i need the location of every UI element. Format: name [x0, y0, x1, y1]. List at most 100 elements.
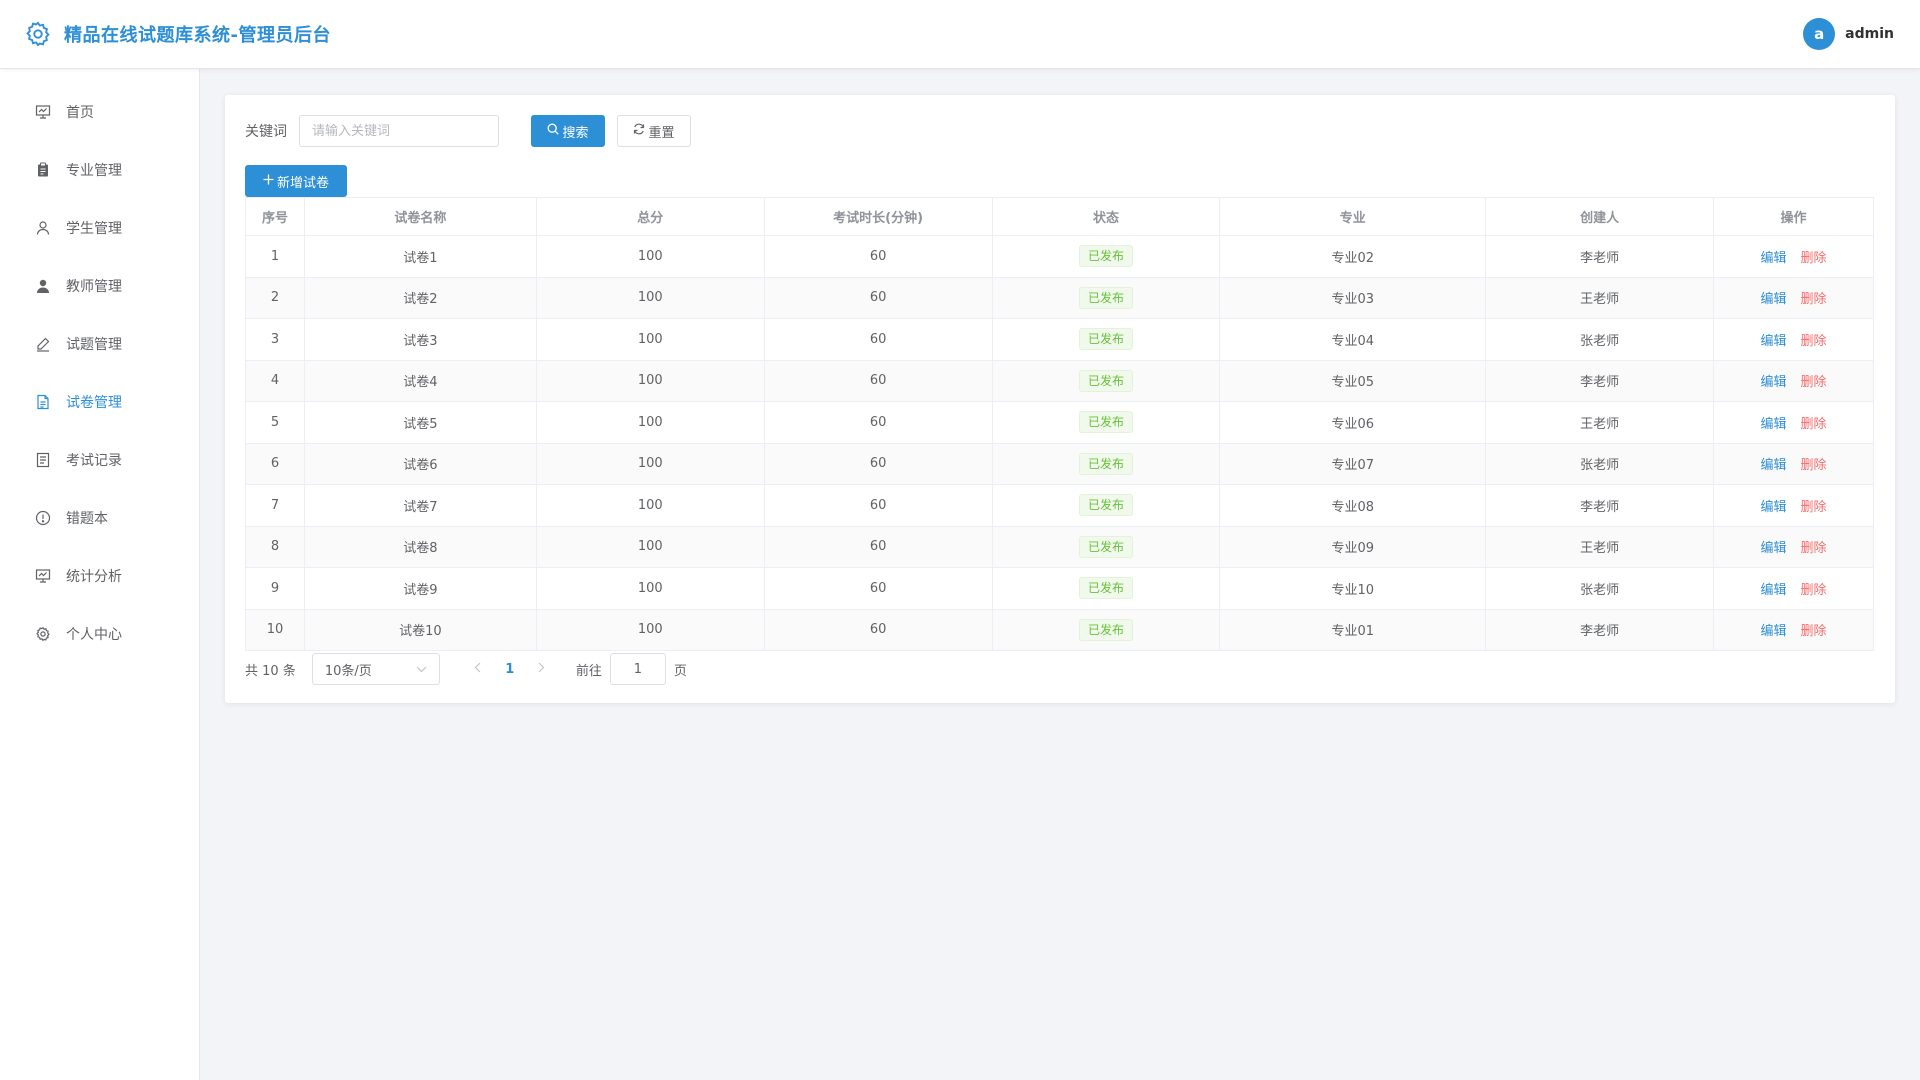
cell-actions: 编辑 删除 — [1713, 401, 1874, 444]
edit-button[interactable]: 编辑 — [1761, 541, 1787, 556]
delete-button[interactable]: 删除 — [1801, 458, 1827, 473]
edit-button[interactable]: 编辑 — [1761, 334, 1787, 349]
sidebar-item-label: 试题管理 — [66, 337, 122, 353]
sidebar-item-exam-records[interactable]: 考试记录 — [0, 431, 199, 489]
sidebar-item-teachers[interactable]: 教师管理 — [0, 257, 199, 315]
search-button-label: 搜索 — [562, 125, 589, 141]
sidebar-item-majors[interactable]: 专业管理 — [0, 141, 199, 199]
status-badge: 已发布 — [1078, 494, 1133, 517]
cell-index: 5 — [245, 401, 305, 444]
cell-major: 专业04 — [1219, 318, 1487, 361]
cell-name: 试卷7 — [303, 484, 537, 527]
edit-button[interactable]: 编辑 — [1761, 583, 1787, 598]
user-menu[interactable]: a admin — [1803, 18, 1894, 50]
page-size-select[interactable]: 10条/页 — [311, 653, 440, 685]
sidebar-item-label: 首页 — [66, 105, 94, 121]
edit-button[interactable]: 编辑 — [1761, 624, 1787, 639]
cell-major: 专业10 — [1219, 567, 1487, 610]
next-page-button[interactable] — [526, 662, 558, 677]
cell-creator: 李老师 — [1485, 484, 1715, 527]
delete-button[interactable]: 删除 — [1801, 541, 1827, 556]
keyword-input[interactable] — [299, 115, 499, 147]
column-header: 序号 — [245, 197, 305, 236]
app-title: 精品在线试题库系统-管理员后台 — [64, 25, 331, 46]
add-paper-button[interactable]: 新增试卷 — [245, 165, 347, 197]
goto-label: 前往 — [575, 663, 602, 679]
cell-creator: 张老师 — [1485, 318, 1715, 361]
edit-button[interactable]: 编辑 — [1761, 417, 1787, 432]
sidebar-item-students[interactable]: 学生管理 — [0, 199, 199, 257]
delete-button[interactable]: 删除 — [1801, 583, 1827, 598]
cell-index: 4 — [245, 359, 305, 402]
sidebar-item-home[interactable]: 首页 — [0, 83, 199, 141]
edit-button[interactable]: 编辑 — [1761, 375, 1787, 390]
sidebar: 首页 专业管理 学生管理 教师管理 试题管理 试卷管理 考试记录 错题本 统计分… — [0, 69, 200, 1080]
cell-creator: 张老师 — [1485, 442, 1715, 485]
username[interactable]: admin — [1845, 26, 1894, 42]
delete-button[interactable]: 删除 — [1801, 292, 1827, 307]
reset-button-label: 重置 — [648, 125, 675, 141]
cell-creator: 李老师 — [1485, 235, 1715, 278]
column-header: 总分 — [535, 197, 765, 236]
cell-status: 已发布 — [991, 608, 1221, 651]
goto-suffix: 页 — [673, 663, 687, 679]
edit-button[interactable]: 编辑 — [1761, 251, 1787, 266]
cell-status: 已发布 — [991, 235, 1221, 278]
cell-status: 已发布 — [991, 318, 1221, 361]
table-row: 7 试卷7 100 60 已发布 专业08 李老师 编辑 删除 — [245, 484, 1874, 527]
cell-score: 100 — [535, 442, 765, 485]
cell-actions: 编辑 删除 — [1713, 318, 1874, 361]
cell-name: 试卷9 — [303, 567, 537, 610]
cell-name: 试卷6 — [303, 442, 537, 485]
column-header: 状态 — [991, 197, 1221, 236]
cell-index: 2 — [245, 276, 305, 319]
table-row: 8 试卷8 100 60 已发布 专业09 王老师 编辑 删除 — [245, 525, 1874, 568]
cell-duration: 60 — [763, 401, 993, 444]
delete-button[interactable]: 删除 — [1801, 334, 1827, 349]
sidebar-item-statistics[interactable]: 统计分析 — [0, 547, 199, 605]
delete-button[interactable]: 删除 — [1801, 624, 1827, 639]
cell-score: 100 — [535, 276, 765, 319]
cell-creator: 王老师 — [1485, 525, 1715, 568]
reset-button[interactable]: 重置 — [617, 115, 691, 147]
delete-button[interactable]: 删除 — [1801, 500, 1827, 515]
sidebar-item-profile[interactable]: 个人中心 — [0, 605, 199, 663]
top-header: 精品在线试题库系统-管理员后台 a admin — [0, 0, 1920, 69]
sidebar-item-wrong-book[interactable]: 错题本 — [0, 489, 199, 547]
sidebar-item-questions[interactable]: 试题管理 — [0, 315, 199, 373]
cell-creator: 王老师 — [1485, 276, 1715, 319]
add-paper-button-label: 新增试卷 — [276, 175, 329, 191]
pagination: 共 10 条 10条/页 1 前往 页 — [245, 653, 1875, 685]
table-body: 1 试卷1 100 60 已发布 专业02 李老师 编辑 删除 2 试卷2 100 60 已发布 专业03 王… — [245, 235, 1874, 651]
cell-index: 10 — [245, 608, 305, 651]
cell-duration: 60 — [763, 567, 993, 610]
refresh-icon — [633, 123, 645, 139]
avatar[interactable]: a — [1803, 18, 1836, 50]
cell-actions: 编辑 删除 — [1713, 276, 1874, 319]
sidebar-item-papers[interactable]: 试卷管理 — [0, 373, 199, 431]
page-number-current[interactable]: 1 — [494, 662, 526, 677]
edit-button[interactable]: 编辑 — [1761, 500, 1787, 515]
cell-name: 试卷5 — [303, 401, 537, 444]
delete-button[interactable]: 删除 — [1801, 251, 1827, 266]
cell-index: 1 — [245, 235, 305, 278]
table-row: 3 试卷3 100 60 已发布 专业04 张老师 编辑 删除 — [245, 318, 1874, 361]
prev-page-button[interactable] — [462, 662, 494, 677]
cell-status: 已发布 — [991, 484, 1221, 527]
table-row: 5 试卷5 100 60 已发布 专业06 王老师 编辑 删除 — [245, 401, 1874, 444]
sidebar-item-label: 考试记录 — [66, 453, 122, 469]
search-button[interactable]: 搜索 — [531, 115, 605, 147]
goto-page-input[interactable] — [609, 653, 666, 685]
warning-circle-icon — [34, 509, 52, 527]
edit-button[interactable]: 编辑 — [1761, 292, 1787, 307]
cell-score: 100 — [535, 608, 765, 651]
cell-major: 专业08 — [1219, 484, 1487, 527]
delete-button[interactable]: 删除 — [1801, 417, 1827, 432]
cell-actions: 编辑 删除 — [1713, 484, 1874, 527]
status-badge: 已发布 — [1078, 535, 1133, 558]
status-badge: 已发布 — [1078, 452, 1133, 475]
edit-button[interactable]: 编辑 — [1761, 458, 1787, 473]
cell-duration: 60 — [763, 525, 993, 568]
cell-status: 已发布 — [991, 359, 1221, 402]
delete-button[interactable]: 删除 — [1801, 375, 1827, 390]
